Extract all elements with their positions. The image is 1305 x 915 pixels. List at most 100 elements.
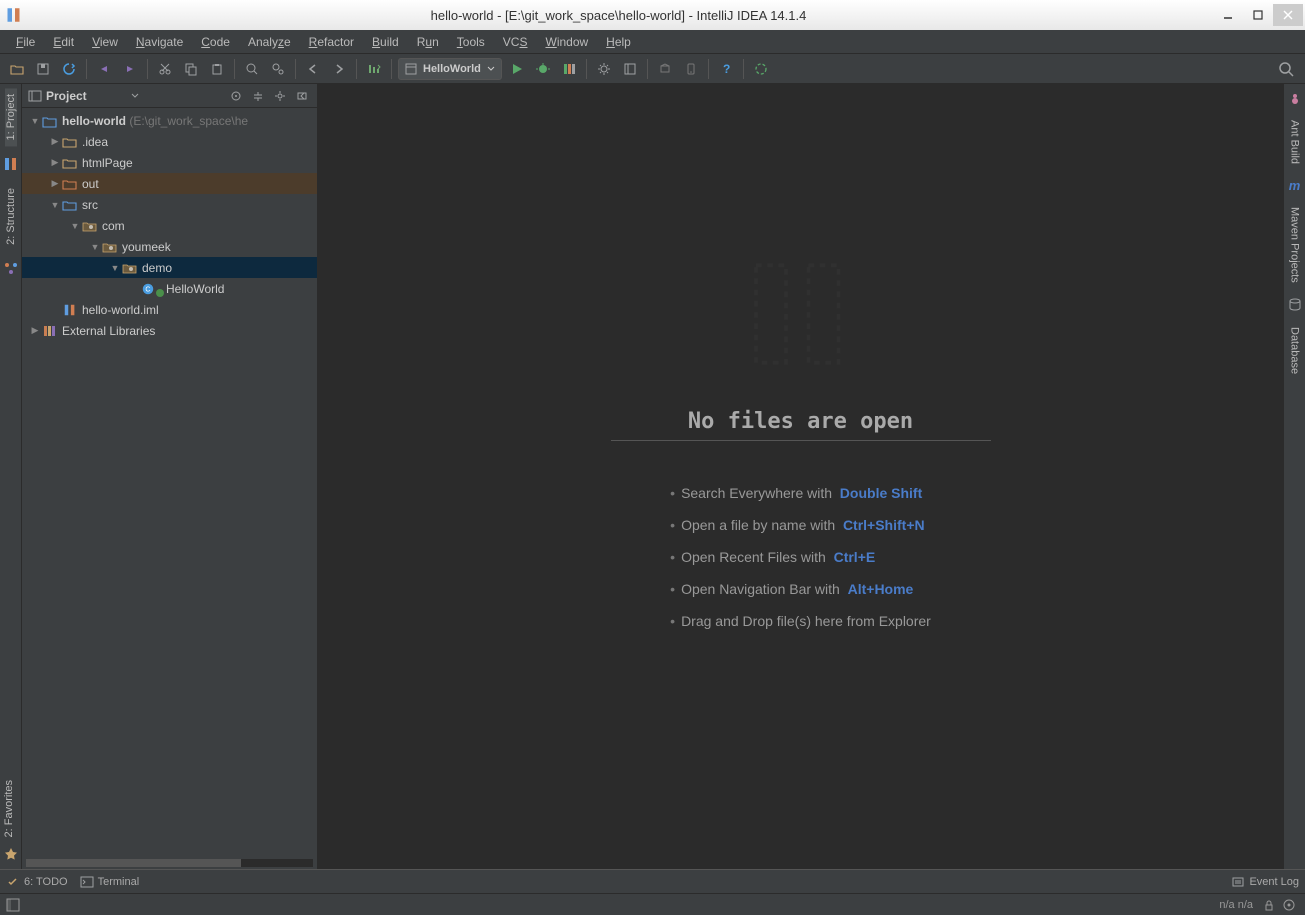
tree-out-folder[interactable]: ▶out	[22, 173, 317, 194]
tree-com-pkg[interactable]: ▼com	[22, 215, 317, 236]
run-config-icon	[405, 63, 417, 75]
ant-icon	[1287, 90, 1303, 106]
help-icon[interactable]: ?	[715, 58, 737, 80]
menu-help[interactable]: Help	[598, 33, 639, 51]
event-log-button[interactable]: Event Log	[1231, 875, 1299, 889]
runnable-badge-icon	[156, 289, 164, 297]
menu-analyze[interactable]: Analyze	[240, 33, 299, 51]
tool-database-button[interactable]: Database	[1289, 321, 1301, 380]
menu-vcs[interactable]: VCS	[495, 33, 536, 51]
project-view-icon	[28, 89, 42, 103]
tree-root-name: hello-world	[62, 114, 126, 128]
menu-run[interactable]: Run	[409, 33, 447, 51]
tree-iml-file[interactable]: hello-world.iml	[22, 299, 317, 320]
todo-icon	[6, 875, 20, 889]
maximize-button[interactable]	[1243, 4, 1273, 26]
lock-icon[interactable]	[1263, 899, 1275, 911]
editor-empty-state: No files are open •Search Everywhere wit…	[318, 84, 1283, 869]
menu-edit[interactable]: Edit	[45, 33, 82, 51]
tool-favorites-button[interactable]: 2: Favorites	[3, 774, 15, 843]
menu-window[interactable]: Window	[537, 33, 596, 51]
tool-structure-button[interactable]: 2: Structure	[5, 182, 17, 251]
tool-project-button[interactable]: 1: Project	[5, 88, 17, 146]
redo-icon[interactable]	[119, 58, 141, 80]
event-log-icon	[1231, 875, 1245, 889]
close-button[interactable]	[1273, 4, 1303, 26]
sync-icon[interactable]	[58, 58, 80, 80]
tree-scrollbar[interactable]	[26, 859, 313, 867]
cursor-position: n/a n/a	[1219, 899, 1253, 911]
menu-tools[interactable]: Tools	[449, 33, 493, 51]
intellij-watermark-icon	[741, 254, 861, 374]
tree-root-path: (E:\git_work_space\he	[129, 114, 248, 128]
coverage-icon[interactable]	[558, 58, 580, 80]
package-icon	[102, 240, 118, 254]
todo-button[interactable]: 6: TODO	[6, 875, 68, 889]
tool-ant-button[interactable]: Ant Build	[1289, 114, 1301, 170]
tip-row: •Search Everywhere with Double Shift	[670, 485, 931, 501]
tree-helloworld-class[interactable]: CHelloWorld	[22, 278, 317, 299]
make-project-icon[interactable]	[363, 58, 385, 80]
tree-idea-folder[interactable]: ▶.idea	[22, 131, 317, 152]
terminal-button[interactable]: Terminal	[80, 875, 140, 889]
save-all-icon[interactable]	[32, 58, 54, 80]
iml-icon	[62, 303, 78, 317]
tree-src-folder[interactable]: ▼src	[22, 194, 317, 215]
settings-gear-icon[interactable]	[271, 87, 289, 105]
sdk-manager-icon[interactable]	[654, 58, 676, 80]
module-icon	[42, 114, 58, 128]
forward-icon[interactable]	[328, 58, 350, 80]
tree-htmlpage-folder[interactable]: ▶htmlPage	[22, 152, 317, 173]
folder-icon	[62, 135, 78, 149]
cut-icon[interactable]	[154, 58, 176, 80]
tool-maven-button[interactable]: Maven Projects	[1289, 201, 1301, 289]
open-icon[interactable]	[6, 58, 28, 80]
menu-view[interactable]: View	[84, 33, 126, 51]
structure-small-icon	[3, 261, 19, 277]
minimize-button[interactable]	[1213, 4, 1243, 26]
tree-youmeek-pkg[interactable]: ▼youmeek	[22, 236, 317, 257]
main-toolbar: HelloWorld ?	[0, 54, 1305, 84]
run-icon[interactable]	[506, 58, 528, 80]
tip-row: •Drag and Drop file(s) here from Explore…	[670, 613, 931, 629]
menu-navigate[interactable]: Navigate	[128, 33, 191, 51]
toggle-tool-windows-icon[interactable]	[6, 898, 20, 912]
dropdown-icon	[487, 65, 495, 73]
project-view-dropdown-icon[interactable]	[131, 92, 139, 100]
undo-icon[interactable]	[93, 58, 115, 80]
intellij-small-icon	[3, 156, 19, 172]
project-panel-title[interactable]: Project	[46, 89, 127, 103]
tree-demo-pkg[interactable]: ▼demo	[22, 257, 317, 278]
settings-icon[interactable]	[593, 58, 615, 80]
inspections-icon[interactable]	[1283, 899, 1295, 911]
debug-icon[interactable]	[532, 58, 554, 80]
package-icon	[82, 219, 98, 233]
menu-refactor[interactable]: Refactor	[301, 33, 362, 51]
hide-panel-icon[interactable]	[293, 87, 311, 105]
run-config-selector[interactable]: HelloWorld	[398, 58, 502, 80]
tip-row: •Open a file by name with Ctrl+Shift+N	[670, 517, 931, 533]
menu-build[interactable]: Build	[364, 33, 407, 51]
project-tree[interactable]: ▼ hello-world (E:\git_work_space\he ▶.id…	[22, 108, 317, 869]
package-icon	[122, 261, 138, 275]
collapse-all-icon[interactable]	[249, 87, 267, 105]
replace-icon[interactable]	[267, 58, 289, 80]
avd-manager-icon[interactable]	[680, 58, 702, 80]
scroll-from-source-icon[interactable]	[227, 87, 245, 105]
tree-external-libs[interactable]: ▶External Libraries	[22, 320, 317, 341]
back-icon[interactable]	[302, 58, 324, 80]
menu-file[interactable]: File	[8, 33, 43, 51]
database-icon	[1287, 297, 1303, 313]
project-structure-icon[interactable]	[619, 58, 641, 80]
menu-code[interactable]: Code	[193, 33, 238, 51]
find-icon[interactable]	[241, 58, 263, 80]
tip-row: •Open Recent Files with Ctrl+E	[670, 549, 931, 565]
paste-icon[interactable]	[206, 58, 228, 80]
search-everywhere-icon[interactable]	[1275, 58, 1297, 80]
jrebel-icon[interactable]	[750, 58, 772, 80]
window-titlebar: hello-world - [E:\git_work_space\hello-w…	[0, 0, 1305, 30]
status-bar: n/a n/a	[0, 893, 1305, 915]
tree-root[interactable]: ▼ hello-world (E:\git_work_space\he	[22, 110, 317, 131]
folder-icon	[62, 156, 78, 170]
copy-icon[interactable]	[180, 58, 202, 80]
